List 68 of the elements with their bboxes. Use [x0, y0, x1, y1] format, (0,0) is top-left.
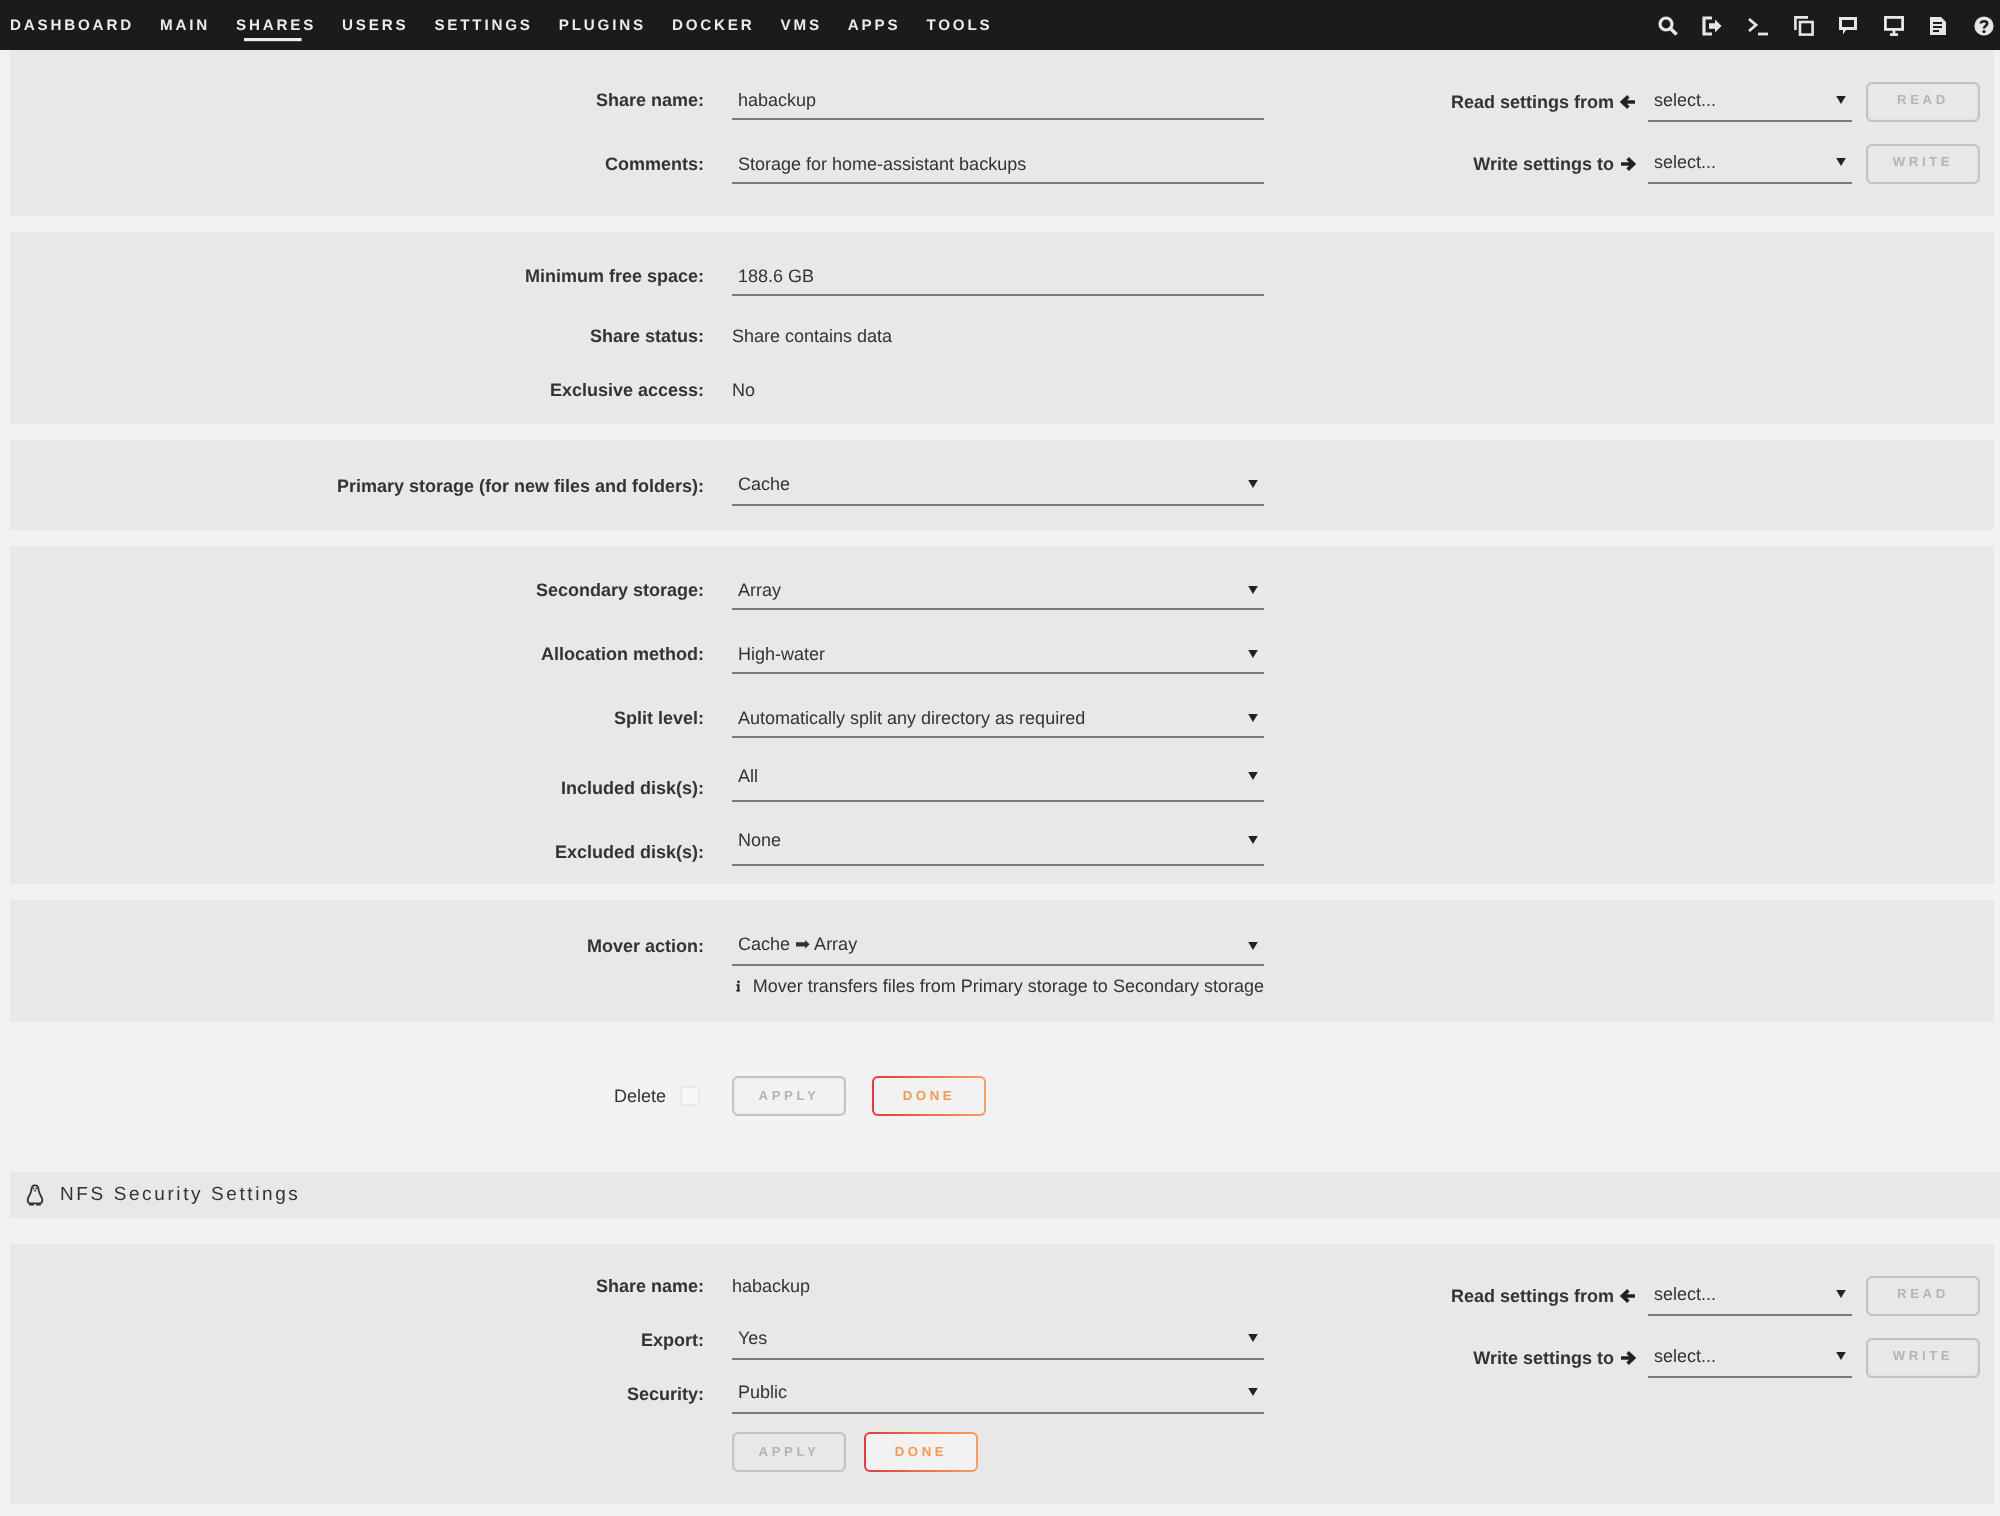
help-icon[interactable] — [1974, 15, 1994, 35]
info-icon — [736, 978, 741, 994]
field-label: Comments: — [602, 154, 704, 174]
dropdown[interactable]: Yes — [732, 1319, 1264, 1359]
copy-settings-label: Write settings to — [1471, 153, 1614, 173]
field-label: Share status: — [587, 325, 704, 345]
copy-settings-label: Read settings from — [1448, 91, 1614, 111]
field-label: Security: — [624, 1383, 704, 1403]
copy-settings-label: Write settings to — [1471, 1347, 1614, 1367]
dropdown[interactable]: Automatically split any directory as required — [732, 698, 1264, 738]
caret-icon — [1248, 772, 1258, 780]
dropdown[interactable]: All — [732, 762, 1264, 802]
terminal-icon[interactable] — [1748, 15, 1769, 35]
text-field[interactable]: habackup — [732, 80, 1264, 120]
logout-icon[interactable] — [1702, 15, 1723, 35]
field-label: Export: — [639, 1329, 704, 1349]
document-icon[interactable] — [1928, 15, 1949, 35]
note-text: Mover transfers files from Primary storage to Secondary storage — [752, 976, 1264, 996]
search-icon[interactable] — [1657, 15, 1678, 35]
caret-icon — [1248, 480, 1258, 488]
dropdown[interactable]: High-water — [732, 634, 1264, 674]
checkbox-label: Delete — [613, 1086, 666, 1106]
arrow-left-icon — [1620, 1287, 1636, 1303]
caret-icon — [1836, 1290, 1846, 1298]
arrow-right-icon — [1620, 1349, 1636, 1365]
field-label: Split level: — [611, 708, 704, 728]
section-title: NFS Security Settings — [60, 1184, 301, 1206]
caret-icon — [1248, 649, 1258, 657]
dropdown[interactable]: select... — [1648, 143, 1852, 183]
field-label: Mover action: — [584, 936, 704, 956]
arrow-right-icon — [1620, 155, 1636, 171]
field-value: habackup — [732, 1275, 813, 1295]
field-label: Allocation method: — [539, 644, 704, 664]
field-label: Excluded disk(s): — [552, 840, 704, 862]
field-value: Share contains data — [732, 325, 895, 345]
caret-icon — [1836, 96, 1846, 104]
dropdown[interactable]: select... — [1648, 1337, 1852, 1377]
caret-icon — [1248, 1334, 1258, 1342]
dropdown[interactable]: None — [732, 826, 1264, 866]
text-field[interactable]: Storage for home-assistant backups — [732, 144, 1264, 184]
monitor-icon[interactable] — [1883, 15, 1904, 35]
caret-icon — [1248, 836, 1258, 844]
caret-icon — [1248, 713, 1258, 721]
field-label: Exclusive access: — [547, 379, 704, 399]
dropdown[interactable]: Public — [732, 1373, 1264, 1413]
penguin-icon — [26, 1184, 44, 1206]
field-label: Secondary storage: — [533, 580, 704, 600]
arrow-left-icon — [1620, 93, 1636, 109]
field-value: No — [732, 379, 758, 399]
dropdown[interactable]: select... — [1648, 81, 1852, 121]
dropdown[interactable]: Cache ➡ Array — [732, 926, 1264, 966]
dropdown[interactable]: Array — [732, 570, 1264, 610]
field-label: Minimum free space: — [522, 266, 704, 286]
field-label: Share name: — [593, 1275, 704, 1295]
dropdown[interactable]: Cache — [732, 465, 1264, 505]
caret-icon — [1248, 941, 1258, 949]
field-label: Primary storage (for new files and folders): — [334, 475, 704, 495]
chat-icon[interactable] — [1838, 15, 1859, 35]
caret-icon — [1836, 1352, 1846, 1360]
caret-icon — [1248, 585, 1258, 593]
field-label: Included disk(s): — [558, 776, 704, 798]
text-field[interactable]: 188.6 GB — [732, 256, 1264, 296]
copy-settings-label: Read settings from — [1448, 1285, 1614, 1305]
dropdown[interactable]: select... — [1648, 1275, 1852, 1315]
field-label: Share name: — [593, 90, 704, 110]
caret-icon — [1248, 1388, 1258, 1396]
copy-icon[interactable] — [1793, 15, 1814, 35]
caret-icon — [1836, 158, 1846, 166]
